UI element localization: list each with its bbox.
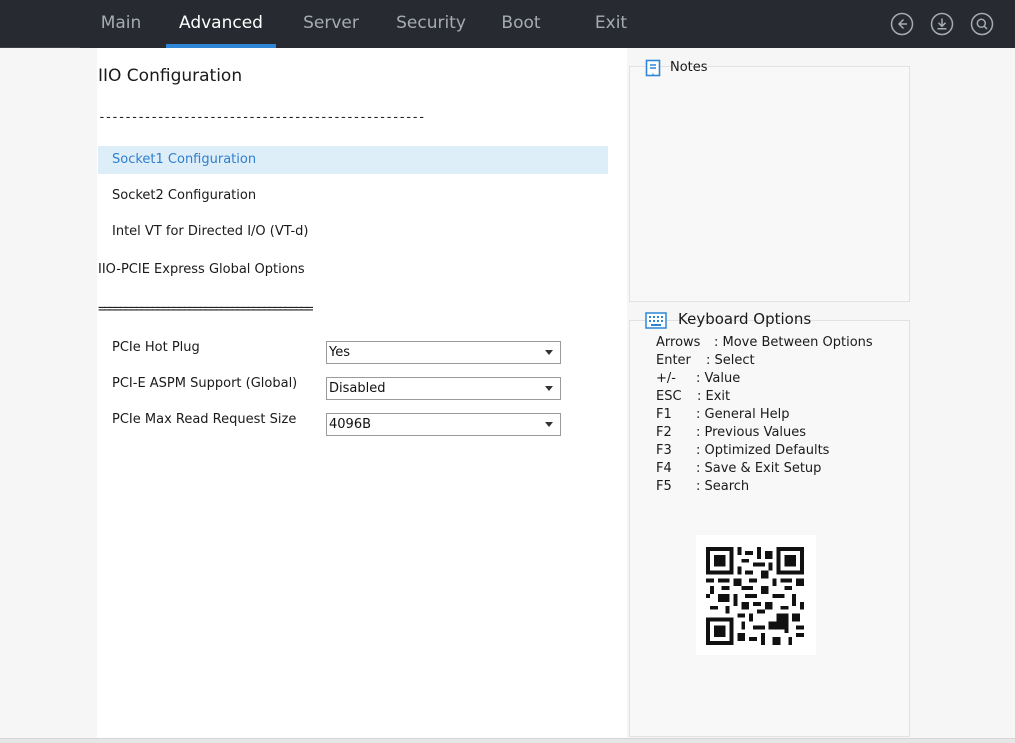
qr-code <box>696 535 816 655</box>
tab-boot[interactable]: Boot <box>490 0 552 48</box>
top-navigation-bar: Main Advanced Server Security Boot Exit <box>0 0 1015 48</box>
kbd-key: ESC <box>656 389 682 404</box>
back-icon[interactable] <box>890 12 914 36</box>
max-read-select[interactable]: 4096B <box>326 413 561 436</box>
kbd-key: Enter <box>656 353 691 368</box>
kbd-desc: : Optimized Defaults <box>696 443 830 458</box>
kbd-key: +/- <box>656 371 676 386</box>
kbd-line: F3 : Optimized Defaults <box>656 443 829 458</box>
menu-item-socket2[interactable]: Socket2 Configuration <box>98 182 608 210</box>
aspm-select[interactable]: Disabled <box>326 377 561 400</box>
kbd-line: Arrows : Move Between Options <box>656 335 873 350</box>
kbd-key: F2 <box>656 425 672 440</box>
aspm-value: Disabled <box>329 381 386 396</box>
kbd-desc: : Save & Exit Setup <box>696 461 822 476</box>
option-label-hot-plug: PCIe Hot Plug <box>112 340 200 355</box>
kbd-key: F4 <box>656 461 672 476</box>
qr-code-icon <box>706 547 804 645</box>
kbd-desc: : Move Between Options <box>714 335 873 350</box>
menu-item-vtd[interactable]: Intel VT for Directed I/O (VT-d) <box>98 218 608 246</box>
chevron-down-icon <box>545 422 553 427</box>
tab-server[interactable]: Server <box>292 0 370 48</box>
kbd-desc: : General Help <box>696 407 790 422</box>
kbd-desc: : Value <box>696 371 741 386</box>
keyboard-icon <box>645 310 667 330</box>
kbd-line: F2 : Previous Values <box>656 425 806 440</box>
bookmark-icon <box>644 59 662 77</box>
kbd-key: Arrows <box>656 335 701 350</box>
option-label-max-read: PCIe Max Read Request Size <box>112 412 297 427</box>
page-title: IIO Configuration <box>98 66 243 86</box>
chevron-down-icon <box>545 386 553 391</box>
hot-plug-select[interactable]: Yes <box>326 341 561 364</box>
tab-exit[interactable]: Exit <box>580 0 642 48</box>
kbd-desc: : Select <box>706 353 755 368</box>
menu-item-socket1[interactable]: Socket1 Configuration <box>98 146 608 174</box>
bottom-status-bar <box>0 738 1015 743</box>
hot-plug-value: Yes <box>329 345 350 360</box>
group-label: IIO-PCIE Express Global Options <box>98 262 305 277</box>
separator-dashes: ----------------------------------------… <box>98 110 426 125</box>
kbd-line: Enter : Select <box>656 353 755 368</box>
download-icon[interactable] <box>930 12 954 36</box>
option-label-aspm: PCI-E ASPM Support (Global) <box>112 376 298 391</box>
kbd-line: F5 : Search <box>656 479 749 494</box>
tab-advanced[interactable]: Advanced <box>166 0 276 48</box>
keyboard-options-title: Keyboard Options <box>678 310 812 328</box>
kbd-line: F1 : General Help <box>656 407 790 422</box>
kbd-line: F4 : Save & Exit Setup <box>656 461 821 476</box>
tab-security[interactable]: Security <box>388 0 474 48</box>
notes-panel <box>629 66 910 302</box>
kbd-key: F3 <box>656 443 672 458</box>
kbd-line: ESC : Exit <box>656 389 730 404</box>
kbd-key: F5 <box>656 479 672 494</box>
kbd-desc: : Search <box>696 479 750 494</box>
notes-title: Notes <box>670 60 708 75</box>
search-icon[interactable] <box>970 12 994 36</box>
kbd-desc: : Previous Values <box>696 425 807 440</box>
kbd-key: F1 <box>656 407 672 422</box>
kbd-line: +/- : Value <box>656 371 740 386</box>
tab-main[interactable]: Main <box>88 0 154 48</box>
max-read-value: 4096B <box>329 417 372 432</box>
kbd-desc: : Exit <box>697 389 731 404</box>
chevron-down-icon <box>545 350 553 355</box>
separator-equals: ======================================== <box>98 302 314 317</box>
